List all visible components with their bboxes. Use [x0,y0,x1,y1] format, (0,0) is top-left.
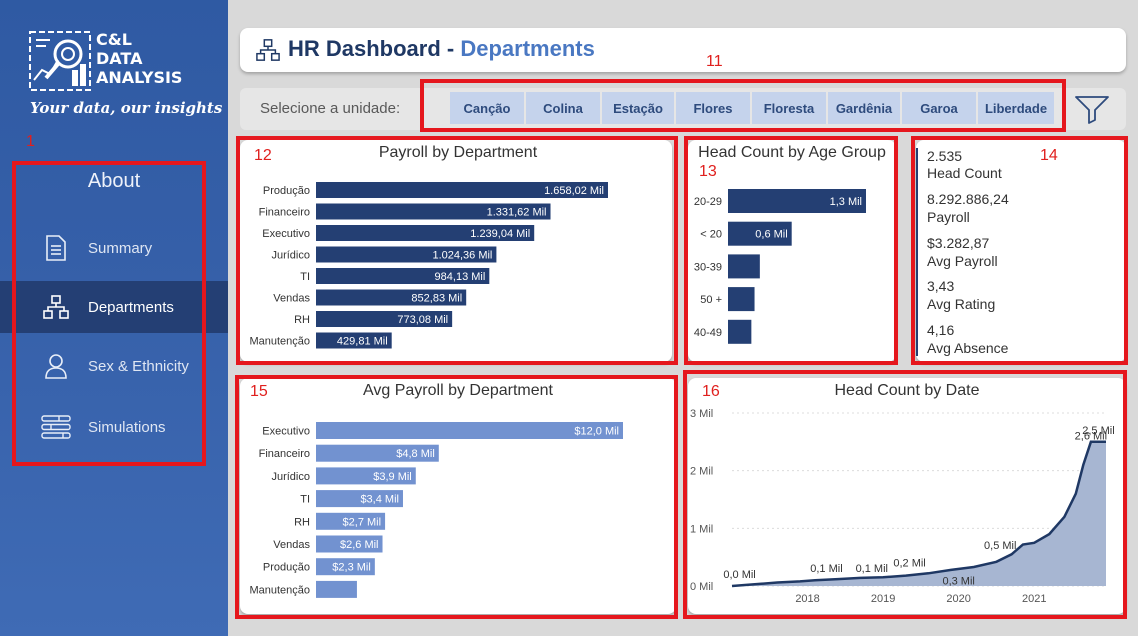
nav-highlight-box [12,161,206,466]
brand-line-2: DATA [96,49,143,68]
page-title-main: HR Dashboard - [288,36,461,61]
headcount-highlight-box [683,370,1127,619]
filter-highlight-box [420,79,1066,132]
page-title-sub: Departments [460,36,595,61]
brand-line-3: ANALYSIS [96,68,183,87]
avg-payroll-highlight-box [235,375,678,619]
brand-name: C&L DATA ANALYSIS [96,30,182,87]
annotation-1: 1 [26,133,35,150]
unit-filter-label: Selecione a unidade: [260,100,401,117]
org-chart-icon [256,38,280,67]
funnel-icon[interactable] [1074,94,1110,124]
kpi-highlight-box [911,136,1128,365]
sidebar: C&L DATA ANALYSIS Your data, our insight… [0,0,228,636]
payroll-highlight-box [236,136,678,365]
header-card: HR Dashboard - Departments [240,28,1126,72]
brand-tagline: Your data, our insights [30,99,223,117]
brand-line-1: C&L [96,30,132,49]
logo-icon [29,31,91,91]
age-highlight-box [684,136,898,365]
annotation-11: 11 [706,53,723,70]
page-title: HR Dashboard - Departments [288,36,595,62]
